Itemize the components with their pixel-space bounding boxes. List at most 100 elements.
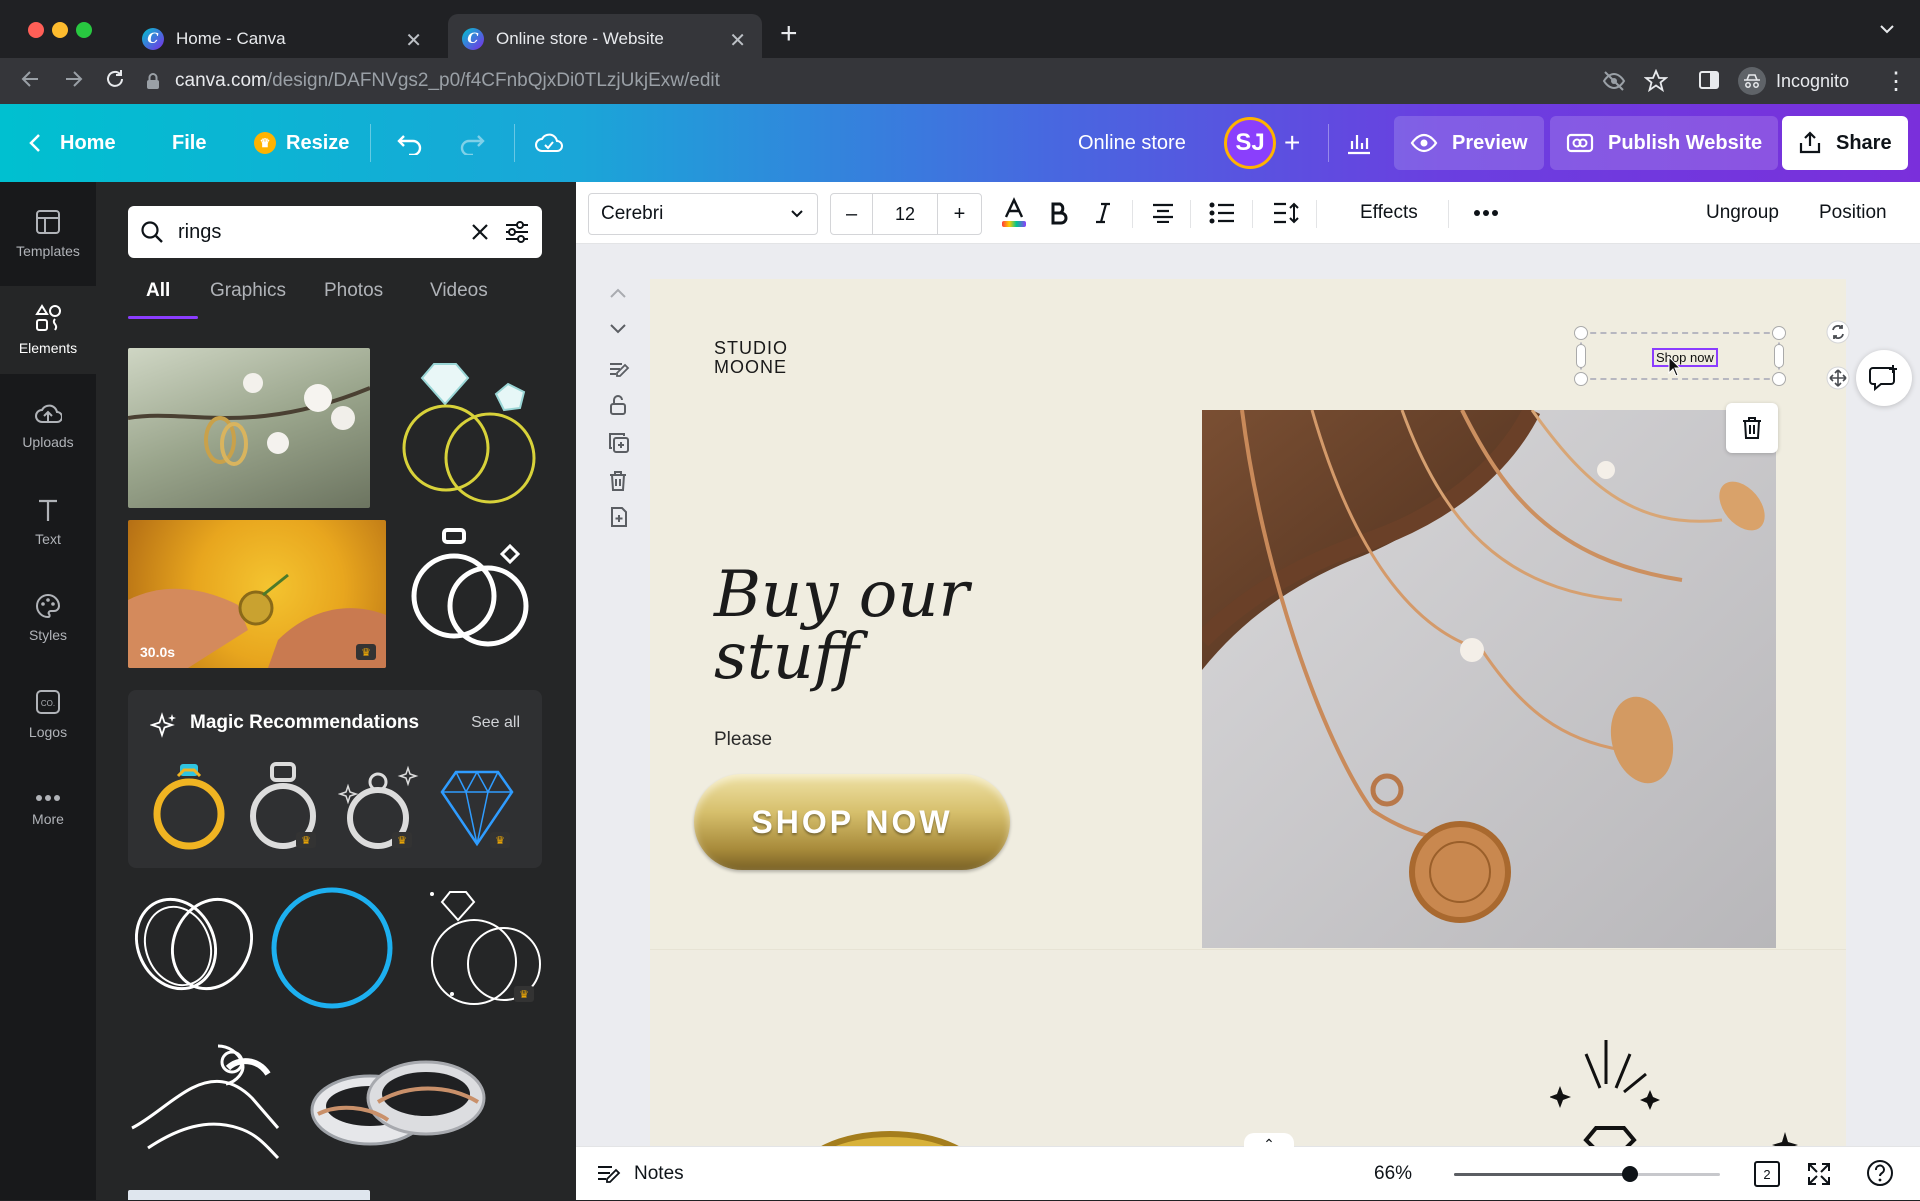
move-page-up-icon[interactable] [608,286,628,300]
recommendation-gold-ring[interactable] [150,762,228,854]
graphic-sketched-rings[interactable] [128,884,260,1010]
bold-button[interactable] [1042,196,1076,230]
move-page-down-icon[interactable] [608,322,628,336]
maximize-window-button[interactable] [76,22,92,38]
rail-item-uploads[interactable]: Uploads [0,382,96,470]
move-handle-icon[interactable] [1826,366,1850,390]
gold-ring-image-partial[interactable] [790,1110,990,1146]
decrease-font-size-button[interactable]: – [831,194,873,234]
home-button[interactable]: Home [28,104,116,182]
tab-photos[interactable]: Photos [324,280,430,320]
spacing-button[interactable] [1268,196,1304,230]
recommendation-sparkle-ring[interactable]: ♛ [338,762,420,854]
font-family-select[interactable]: Cerebri [588,193,818,235]
insights-button[interactable] [1346,104,1372,182]
expand-pages-chevron-icon[interactable]: ⌃ [1244,1133,1294,1155]
rail-item-elements[interactable]: Elements [0,286,96,374]
resize-handle-right[interactable] [1774,344,1784,368]
zoom-percentage[interactable]: 66% [1374,1147,1412,1201]
photo-rings-on-blossom[interactable] [128,348,370,508]
design-title[interactable]: Online store [1078,104,1186,182]
delete-element-button[interactable] [1726,403,1778,453]
zoom-slider[interactable] [1454,1166,1720,1182]
cloud-save-status[interactable] [534,104,564,182]
bookmark-star-icon[interactable] [1644,69,1668,93]
close-tab-icon[interactable]: ✕ [405,28,422,53]
see-all-link[interactable]: See all [471,714,520,732]
resize-handle-left[interactable] [1576,344,1586,368]
selected-text-shop-now[interactable]: Shop now [1652,348,1718,367]
browser-menu-icon[interactable]: ⋮ [1884,67,1908,96]
add-comment-button[interactable] [1856,350,1912,406]
photo-silver-wedding-bands[interactable] [308,1044,488,1164]
increase-font-size-button[interactable]: + [937,194,981,234]
graphic-diamond-ring-line[interactable]: ♛ [422,884,542,1010]
redo-button[interactable] [458,104,486,182]
share-button[interactable]: Share [1782,116,1908,170]
forward-icon[interactable] [60,66,86,92]
lock-page-icon[interactable] [608,394,628,416]
tab-graphics[interactable]: Graphics [198,280,324,320]
back-icon[interactable] [18,66,44,92]
align-center-button[interactable] [1146,196,1180,230]
graphic-blue-ring[interactable] [268,884,396,1010]
minimize-window-button[interactable] [52,22,68,38]
photo-partial-thumbnail[interactable] [128,1190,370,1200]
side-panel-icon[interactable] [1698,69,1720,91]
url-field[interactable]: canva.com/design/DAFNVgs2_p0/f4CFnbQjxDi… [145,62,1545,100]
rail-item-text[interactable]: Text [0,478,96,566]
help-icon[interactable] [1866,1159,1894,1187]
studio-logo-text[interactable]: STUDIO MOONE [714,339,788,377]
clear-search-icon[interactable] [470,222,490,242]
font-size-input[interactable]: 12 [873,194,937,234]
duplicate-page-icon[interactable] [608,432,630,454]
search-box[interactable] [128,206,542,258]
avatar[interactable]: SJ [1224,117,1276,169]
rail-item-more[interactable]: More [0,766,96,854]
effects-button[interactable]: Effects [1360,182,1418,244]
resize-button[interactable]: ♛ Resize [254,104,349,182]
selected-text-frame[interactable]: Shop now [1574,326,1786,386]
ungroup-button[interactable]: Ungroup [1706,182,1779,244]
file-menu-button[interactable]: File [172,104,206,182]
resize-handle-top-right[interactable] [1772,326,1786,340]
rail-item-logos[interactable]: CO. Logos [0,670,96,758]
tab-search-chevron-icon[interactable] [1878,20,1896,38]
add-page-icon[interactable] [608,506,630,528]
browser-tab-online-store[interactable]: C Online store - Website ✕ [448,14,762,64]
rail-item-templates[interactable]: Templates [0,190,96,278]
reload-icon[interactable] [102,66,128,92]
graphic-white-rings-outline[interactable] [402,520,542,668]
rotate-handle-icon[interactable] [1826,320,1850,344]
page-count-button[interactable]: 2 [1754,1161,1780,1187]
bulleted-list-button[interactable] [1204,196,1240,230]
fullscreen-icon[interactable] [1806,1161,1832,1187]
zoom-slider-knob[interactable] [1622,1166,1638,1182]
graphic-rings-with-diamonds[interactable] [386,348,542,508]
italic-button[interactable] [1086,196,1120,230]
video-ring-hand[interactable]: 30.0s ♛ [128,520,386,668]
more-options-button[interactable] [1468,196,1504,230]
recommendation-silver-ring[interactable]: ♛ [244,762,322,854]
page-notes-icon[interactable] [608,360,630,380]
publish-website-button[interactable]: Publish Website [1550,116,1779,170]
headline-text[interactable]: Buy our stuff [714,563,969,689]
shop-now-button-graphic[interactable]: SHOP NOW [694,774,1010,870]
design-page[interactable]: STUDIO MOONE Buy our stuff Please SHOP N… [650,279,1846,1146]
recommendation-gem-box[interactable]: ♛ [434,762,520,854]
notes-button[interactable]: Notes [596,1147,684,1201]
add-collaborator-button[interactable]: + [1284,104,1300,182]
body-text[interactable]: Please [714,729,772,751]
text-color-button[interactable] [996,196,1032,230]
preview-button[interactable]: Preview [1394,116,1544,170]
graphic-hands-exchanging-ring[interactable] [128,1038,284,1170]
resize-handle-bottom-left[interactable] [1574,372,1588,386]
tab-all[interactable]: All [128,280,198,320]
undo-button[interactable] [396,104,424,182]
eye-off-icon[interactable] [1602,69,1626,93]
sparkle-diamond-graphic[interactable] [1550,1036,1670,1146]
resize-handle-bottom-right[interactable] [1772,372,1786,386]
position-button[interactable]: Position [1819,182,1887,244]
search-input[interactable] [178,220,456,244]
jewelry-necklace-photo[interactable] [1202,410,1776,948]
